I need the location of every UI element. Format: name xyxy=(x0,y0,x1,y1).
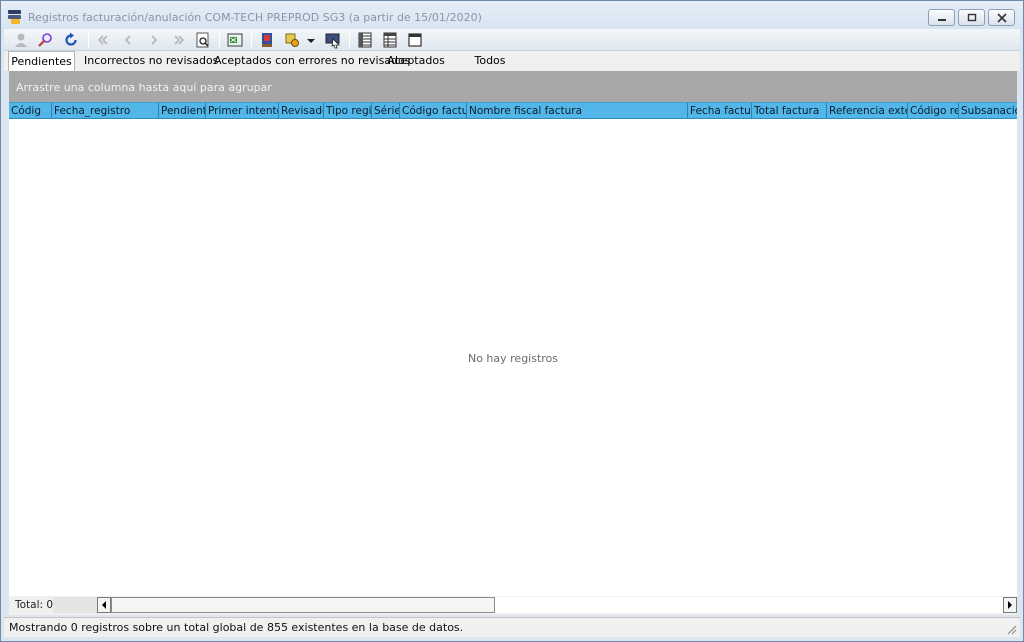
scroll-left-button[interactable] xyxy=(97,597,111,613)
column-header-nombre-fiscal[interactable]: Nombre fiscal factura xyxy=(467,103,688,118)
scroll-right-button[interactable] xyxy=(1003,597,1017,613)
layout-icon[interactable] xyxy=(381,31,399,49)
grid-body[interactable]: No hay registros xyxy=(9,119,1017,596)
search-icon[interactable] xyxy=(37,31,55,49)
minimize-button[interactable] xyxy=(928,9,955,26)
print-preview-icon[interactable] xyxy=(194,31,212,49)
status-bar: Mostrando 0 registros sobre un total glo… xyxy=(4,617,1020,637)
toolbar xyxy=(4,29,1020,51)
close-button[interactable] xyxy=(988,9,1015,26)
column-header-fecha-factura[interactable]: Fecha factura xyxy=(688,103,752,118)
first-record-icon[interactable] xyxy=(94,31,112,49)
main-window: Registros facturación/anulación COM-TECH… xyxy=(0,0,1024,642)
group-by-hint: Arrastre una columna hasta aquí para agr… xyxy=(16,81,272,94)
refresh-icon[interactable] xyxy=(62,31,80,49)
grid-footer: Total: 0 xyxy=(9,596,1017,615)
close-icon xyxy=(997,13,1007,23)
grid-header: Códig Fecha_registro Pendiente Primer in… xyxy=(9,102,1017,119)
status-text: Mostrando 0 registros sobre un total glo… xyxy=(9,621,464,634)
tab-aceptados-con-errores[interactable]: Aceptados con errores no revisados xyxy=(214,51,410,71)
restore-icon xyxy=(967,13,977,22)
horizontal-scrollbar[interactable] xyxy=(97,597,1017,613)
minimize-icon xyxy=(938,19,946,21)
screen-select-icon[interactable] xyxy=(324,31,342,49)
window-icon[interactable] xyxy=(406,31,424,49)
column-header-referencia-externa[interactable]: Referencia extern xyxy=(827,103,908,118)
column-header-pendiente[interactable]: Pendiente xyxy=(159,103,206,118)
resize-grip-icon[interactable] xyxy=(1005,623,1017,635)
restore-button[interactable] xyxy=(958,9,985,26)
app-icon xyxy=(8,10,23,24)
scroll-thumb[interactable] xyxy=(111,597,495,613)
tab-incorrectos-no-revisados[interactable]: Incorrectos no revisados xyxy=(84,51,218,71)
next-record-icon[interactable] xyxy=(145,31,163,49)
total-summary-cell xyxy=(53,597,97,613)
book-icon[interactable] xyxy=(258,31,276,49)
excel-export-icon[interactable] xyxy=(226,31,244,49)
column-header-total-factura[interactable]: Total factura xyxy=(752,103,827,118)
column-header-subsanacion[interactable]: Subsanación xyxy=(959,103,1017,118)
group-by-panel[interactable]: Arrastre una columna hasta aquí para agr… xyxy=(9,71,1017,102)
column-header-revisado[interactable]: Revisado xyxy=(279,103,324,118)
total-label: Total: 0 xyxy=(15,599,54,611)
tab-pendientes[interactable]: Pendientes xyxy=(8,51,75,71)
window-title: Registros facturación/anulación COM-TECH… xyxy=(28,11,482,24)
tab-todos[interactable]: Todos xyxy=(464,51,516,71)
tab-aceptados[interactable]: Aceptados xyxy=(384,51,448,71)
column-header-primer-intento[interactable]: Primer intento xyxy=(206,103,279,118)
column-header-serie[interactable]: Série xyxy=(372,103,400,118)
settings-icon[interactable] xyxy=(283,31,301,49)
column-header-codigo-reg[interactable]: Código reg xyxy=(908,103,959,118)
column-header-fecha-registro[interactable]: Fecha_registro xyxy=(52,103,159,118)
column-header-codigo-factura[interactable]: Código factura xyxy=(400,103,467,118)
user-icon[interactable] xyxy=(12,31,30,49)
last-record-icon[interactable] xyxy=(170,31,188,49)
arrow-right-icon xyxy=(1008,601,1012,609)
tab-strip: Pendientes Incorrectos no revisados Acep… xyxy=(4,51,1020,71)
title-bar[interactable]: Registros facturación/anulación COM-TECH… xyxy=(1,1,1023,31)
empty-message: No hay registros xyxy=(467,352,559,365)
previous-record-icon[interactable] xyxy=(119,31,137,49)
columns-icon[interactable] xyxy=(356,31,374,49)
dropdown-arrow-icon[interactable] xyxy=(306,31,316,49)
column-header-codigo[interactable]: Códig xyxy=(9,103,52,118)
column-header-tipo-registro[interactable]: Tipo regist xyxy=(324,103,372,118)
arrow-left-icon xyxy=(102,601,106,609)
